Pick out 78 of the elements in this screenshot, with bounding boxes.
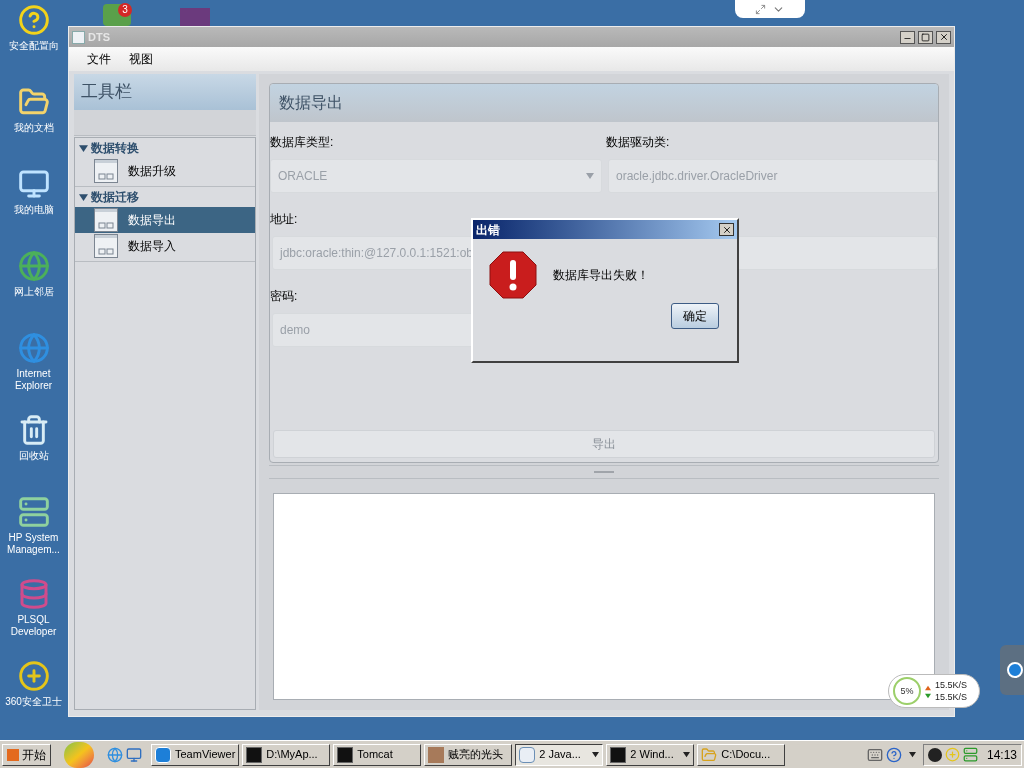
maximize-button[interactable] bbox=[918, 30, 933, 44]
photo-icon bbox=[428, 746, 445, 763]
desktop-icon-label[interactable]: PLSQL Developer bbox=[0, 614, 67, 638]
desktop-icon-label[interactable]: HP System Managem... bbox=[0, 532, 67, 556]
ok-button[interactable]: 确定 bbox=[671, 303, 719, 329]
window-icon bbox=[94, 234, 118, 258]
browser-icon bbox=[17, 332, 50, 364]
dropdown-arrow-icon bbox=[592, 751, 600, 758]
keyboard-icon[interactable] bbox=[866, 746, 883, 763]
plus-circle-icon bbox=[17, 660, 50, 692]
menu-item[interactable]: 视图 bbox=[121, 50, 161, 68]
taskbar-button[interactable]: 2 Java... bbox=[515, 743, 604, 766]
minimize-button[interactable] bbox=[900, 30, 915, 44]
tree-item[interactable]: 数据升级 bbox=[75, 158, 255, 184]
globe-icon bbox=[17, 250, 50, 282]
window-icon bbox=[94, 208, 118, 232]
cpu-gauge: 5% bbox=[893, 677, 921, 705]
server-icon bbox=[17, 496, 50, 528]
dialog-title: 出错 bbox=[476, 221, 500, 239]
field-label: 数据库类型: bbox=[270, 134, 334, 151]
teamviewer-icon bbox=[1007, 662, 1023, 678]
desktop-icon-label[interactable]: 360安全卫士 bbox=[5, 696, 62, 708]
help-icon[interactable] bbox=[885, 746, 902, 763]
window-title: DTS bbox=[88, 29, 111, 45]
upload-arrow-icon bbox=[925, 684, 931, 691]
desktop-icon-label[interactable]: 安全配置向 bbox=[8, 40, 59, 52]
network-icon[interactable] bbox=[962, 747, 978, 762]
close-icon bbox=[938, 32, 949, 42]
desktop-icon[interactable] bbox=[126, 746, 142, 763]
error-icon bbox=[489, 251, 537, 299]
tray-expand-icon bbox=[908, 751, 916, 758]
close-button[interactable] bbox=[719, 223, 734, 236]
clock: 14:13 bbox=[986, 746, 1017, 764]
computer-icon bbox=[17, 168, 50, 200]
windows-logo-icon bbox=[7, 748, 19, 761]
console-icon bbox=[337, 746, 354, 763]
desktop-icon-label[interactable]: 我的电脑 bbox=[13, 204, 54, 216]
menu-item[interactable]: 文件 bbox=[79, 50, 119, 68]
panel-title: 数据导出 bbox=[279, 93, 343, 113]
close-button[interactable] bbox=[936, 30, 951, 44]
download-speed: 15.5K/S bbox=[935, 691, 968, 703]
fullscreen-icon[interactable] bbox=[755, 3, 766, 15]
field-label: 密码: bbox=[270, 288, 298, 305]
taskbar-button[interactable]: TeamViewer bbox=[151, 743, 240, 766]
sidebar-title: 工具栏 bbox=[81, 81, 132, 104]
start-button[interactable]: 开始 bbox=[2, 743, 51, 766]
browser-icon[interactable] bbox=[107, 746, 123, 763]
desktop-icon-label[interactable]: 回收站 bbox=[18, 450, 49, 462]
teamviewer-icon bbox=[155, 746, 171, 763]
download-arrow-icon bbox=[925, 692, 931, 699]
tree-item[interactable]: 数据导入 bbox=[75, 233, 255, 259]
tree-group-header[interactable]: 数据转换 bbox=[75, 138, 255, 158]
upload-speed: 15.5K/S bbox=[935, 679, 968, 691]
tree-group-header[interactable]: 数据迁移 bbox=[75, 187, 255, 207]
console-icon bbox=[246, 746, 263, 763]
help-icon bbox=[17, 4, 50, 36]
error-message: 数据库导出失败！ bbox=[553, 267, 649, 284]
desktop-icon-label[interactable]: 网上邻居 bbox=[13, 286, 54, 298]
taskbar-button[interactable]: C:\Docu... bbox=[697, 743, 786, 766]
field-label: 数据驱动类: bbox=[606, 134, 670, 151]
tree-item[interactable]: 数据导出 bbox=[75, 207, 255, 233]
window-icon bbox=[94, 159, 118, 183]
taskbar-button[interactable]: 贼亮的光头 bbox=[424, 743, 513, 766]
taskbar-button[interactable]: 2 Wind... bbox=[606, 743, 695, 766]
desktop-icon-label[interactable]: Internet Explorer bbox=[0, 368, 67, 392]
taskbar-button[interactable]: Tomcat bbox=[333, 743, 422, 766]
notification-badge: 3 bbox=[118, 3, 132, 17]
dropdown-arrow-icon bbox=[683, 751, 691, 758]
taskbar-button[interactable]: D:\MyAp... bbox=[242, 743, 331, 766]
desktop-icon-label[interactable]: 我的文档 bbox=[13, 122, 54, 134]
close-icon bbox=[721, 224, 732, 235]
field-label: 地址: bbox=[270, 211, 298, 228]
folder-icon bbox=[701, 746, 718, 763]
launcher-logo-icon[interactable] bbox=[64, 741, 94, 768]
console-icon bbox=[610, 746, 627, 763]
side-tab[interactable] bbox=[1000, 645, 1024, 695]
dropdown-arrow-icon bbox=[586, 172, 594, 180]
maximize-icon bbox=[921, 32, 930, 42]
